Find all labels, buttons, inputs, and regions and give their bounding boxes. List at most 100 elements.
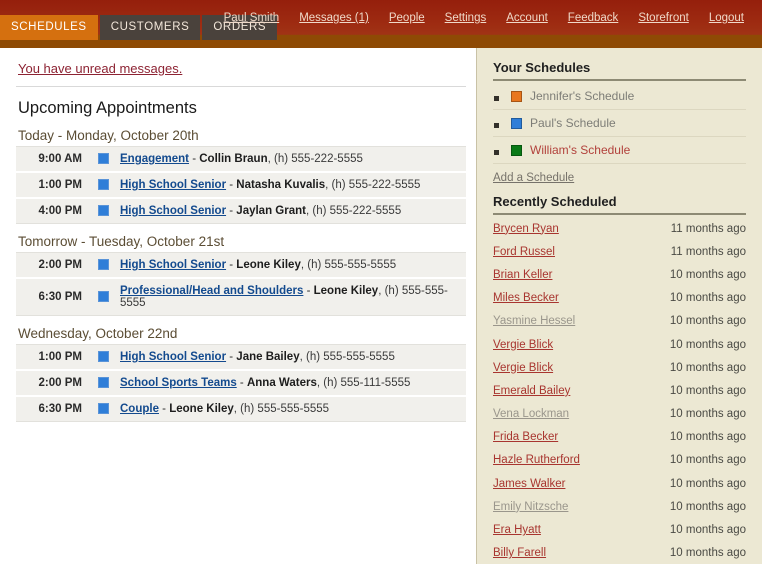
blue-square-icon[interactable]: [98, 351, 109, 363]
recent-customer-link[interactable]: Frida Becker: [493, 431, 558, 443]
appointment-row[interactable]: 1:00 PM High School Senior - Natasha Kuva…: [16, 172, 466, 199]
appointment-row[interactable]: 6:30 PM Couple - Leone Kiley, (h) 555-555…: [16, 396, 466, 422]
appointment-row[interactable]: 2:00 PM High School Senior - Leone Kiley,…: [16, 252, 466, 279]
blue-square-icon[interactable]: [98, 291, 109, 303]
recent-name-cell: Vena Lockman: [493, 403, 629, 426]
nav-link-messages-1[interactable]: Messages (1): [299, 12, 369, 24]
recently-scheduled-row[interactable]: Vena Lockman 10 months ago: [493, 403, 746, 426]
schedule-list-item[interactable]: William's Schedule: [493, 137, 746, 164]
recently-scheduled-row[interactable]: Brian Keller 10 months ago: [493, 263, 746, 286]
recently-scheduled-row[interactable]: Brycen Ryan 11 months ago: [493, 217, 746, 240]
recent-timestamp: 10 months ago: [669, 500, 746, 513]
appointment-row[interactable]: 4:00 PM High School Senior - Jaylan Grant…: [16, 198, 466, 224]
schedule-list-item[interactable]: Paul's Schedule: [493, 110, 746, 137]
unread-messages-link[interactable]: You have unread messages.: [18, 61, 182, 76]
appointment-time: 2:00 PM: [16, 370, 94, 397]
recently-scheduled-row[interactable]: Era Hyatt 10 months ago: [493, 518, 746, 541]
schedule-color-swatch[interactable]: [511, 90, 522, 102]
recent-customer-link[interactable]: Yasmine Hessel: [493, 315, 575, 327]
recently-scheduled-row[interactable]: Miles Becker 10 months ago: [493, 287, 746, 310]
recent-customer-link[interactable]: Brian Keller: [493, 269, 552, 281]
appointment-type-link[interactable]: High School Senior: [120, 259, 226, 271]
appointment-details: Professional/Head and Shoulders - Leone …: [116, 278, 466, 316]
appointment-client-name: Leone Kiley: [236, 259, 301, 271]
appointment-separator: -: [236, 377, 247, 389]
appointment-type-link[interactable]: Professional/Head and Shoulders: [120, 285, 303, 297]
recently-scheduled-row[interactable]: Vergie Blick 10 months ago: [493, 333, 746, 356]
appointment-phone: , (h) 555-222-5555: [325, 179, 421, 191]
appointment-type-link[interactable]: High School Senior: [120, 351, 226, 363]
nav-link-paul-smith[interactable]: Paul Smith: [224, 12, 280, 24]
recent-timestamp: 10 months ago: [669, 315, 746, 328]
header-nav-links: Paul Smith Messages (1) People Settings Acco…: [224, 12, 744, 24]
recently-scheduled-row[interactable]: Yasmine Hessel 10 months ago: [493, 310, 746, 333]
appointment-phone: , (h) 555-555-5555: [233, 403, 330, 415]
schedule-name[interactable]: Jennifer's Schedule: [530, 89, 634, 103]
schedule-color-swatch[interactable]: [511, 144, 522, 156]
recently-scheduled-row[interactable]: Emerald Bailey 10 months ago: [493, 379, 746, 402]
recent-customer-link[interactable]: Billy Farell: [493, 547, 546, 559]
appointment-row[interactable]: 2:00 PM School Sports Teams - Anna Waters…: [16, 370, 466, 397]
recent-customer-link[interactable]: Vena Lockman: [493, 408, 569, 420]
appointments-table: 2:00 PM High School Senior - Leone Kiley,…: [16, 252, 466, 316]
appointment-type-link[interactable]: School Sports Teams: [120, 377, 237, 389]
recent-name-cell: Hazle Rutherford: [493, 449, 629, 472]
recent-customer-link[interactable]: Emerald Bailey: [493, 385, 570, 397]
appointment-details: School Sports Teams - Anna Waters, (h) 5…: [116, 370, 466, 397]
blue-square-icon[interactable]: [98, 377, 109, 389]
appointment-details: High School Senior - Jane Bailey, (h) 55…: [116, 344, 466, 371]
recent-name-cell: James Walker: [493, 472, 629, 495]
nav-link-settings[interactable]: Settings: [445, 12, 487, 24]
add-schedule-link[interactable]: Add a Schedule: [493, 172, 574, 184]
blue-square-icon[interactable]: [98, 259, 109, 271]
appointment-row[interactable]: 6:30 PM Professional/Head and Shoulders -…: [16, 278, 466, 316]
recent-customer-link[interactable]: Brycen Ryan: [493, 223, 559, 235]
schedule-color-swatch[interactable]: [511, 117, 522, 129]
blue-square-icon[interactable]: [98, 205, 109, 217]
nav-link-account[interactable]: Account: [506, 12, 548, 24]
recently-scheduled-row[interactable]: Billy Farell 10 months ago: [493, 542, 746, 564]
schedule-name[interactable]: William's Schedule: [530, 143, 630, 157]
recently-scheduled-row[interactable]: Ford Russel 11 months ago: [493, 240, 746, 263]
recent-customer-link[interactable]: Era Hyatt: [493, 524, 541, 536]
recent-timestamp: 10 months ago: [669, 384, 746, 397]
app-header: SCHEDULES CUSTOMERS ORDERS Paul Smith Messa…: [0, 0, 762, 48]
recent-customer-link[interactable]: Emily Nitzsche: [493, 501, 568, 513]
appointment-row[interactable]: 9:00 AM Engagement - Collin Braun, (h) 55…: [16, 146, 466, 173]
tab-customers[interactable]: CUSTOMERS: [99, 15, 201, 40]
appointment-type-link[interactable]: High School Senior: [120, 179, 226, 191]
appointment-row[interactable]: 1:00 PM High School Senior - Jane Bailey,…: [16, 344, 466, 371]
recently-scheduled-row[interactable]: Emily Nitzsche 10 months ago: [493, 495, 746, 518]
recently-scheduled-row[interactable]: Frida Becker 10 months ago: [493, 426, 746, 449]
appointment-separator: -: [226, 259, 237, 271]
recent-customer-link[interactable]: Miles Becker: [493, 292, 559, 304]
appointment-time: 1:00 PM: [16, 344, 94, 371]
nav-link-storefront[interactable]: Storefront: [638, 12, 689, 24]
appointment-phone: , (h) 555-555-5555: [300, 259, 397, 271]
recent-customer-link[interactable]: Vergie Blick: [493, 339, 553, 351]
recent-customer-link[interactable]: James Walker: [493, 478, 565, 490]
blue-square-icon[interactable]: [98, 179, 109, 191]
recent-customer-link[interactable]: Ford Russel: [493, 246, 555, 258]
recently-scheduled-row[interactable]: James Walker 10 months ago: [493, 472, 746, 495]
schedule-name[interactable]: Paul's Schedule: [530, 116, 616, 130]
nav-link-logout[interactable]: Logout: [709, 12, 744, 24]
nav-link-people[interactable]: People: [389, 12, 425, 24]
recent-customer-link[interactable]: Hazle Rutherford: [493, 454, 580, 466]
appointment-time: 9:00 AM: [16, 146, 94, 173]
schedule-list-item[interactable]: Jennifer's Schedule: [493, 83, 746, 110]
recent-customer-link[interactable]: Vergie Blick: [493, 362, 553, 374]
blue-square-icon[interactable]: [98, 153, 109, 165]
recently-scheduled-row[interactable]: Vergie Blick 10 months ago: [493, 356, 746, 379]
appointment-phone: , (h) 555-111-5555: [316, 377, 411, 389]
appointment-client-name: Jaylan Grant: [236, 205, 306, 217]
blue-square-icon[interactable]: [98, 403, 109, 415]
appointment-type-link[interactable]: Engagement: [120, 153, 189, 165]
appointments-table: 1:00 PM High School Senior - Jane Bailey,…: [16, 344, 466, 422]
appointment-type-link[interactable]: Couple: [120, 403, 159, 415]
tab-schedules[interactable]: SCHEDULES: [0, 15, 98, 40]
appointment-separator: -: [158, 403, 170, 415]
nav-link-feedback[interactable]: Feedback: [568, 12, 619, 24]
appointment-type-link[interactable]: High School Senior: [120, 205, 226, 217]
recently-scheduled-row[interactable]: Hazle Rutherford 10 months ago: [493, 449, 746, 472]
